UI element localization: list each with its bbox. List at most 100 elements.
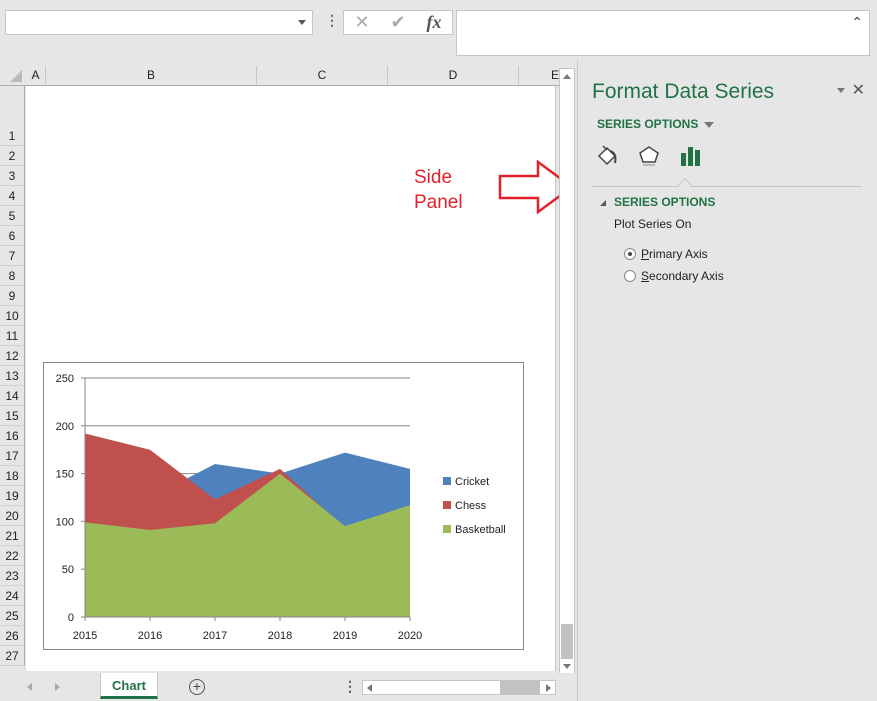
row-header-12[interactable]: 12 [0, 346, 25, 366]
row-header-21[interactable]: 21 [0, 526, 25, 546]
x-tick-label: 2017 [203, 630, 227, 642]
x-tick-label: 2019 [333, 630, 357, 642]
scroll-up-icon[interactable] [563, 74, 571, 79]
panel-menu-icon[interactable] [837, 88, 845, 93]
scroll-left-icon[interactable] [367, 684, 372, 692]
dropdown-label: SERIES OPTIONS [597, 117, 699, 131]
vertical-scrollbar[interactable] [559, 68, 575, 675]
series-options-dropdown[interactable]: SERIES OPTIONS [597, 117, 715, 131]
add-sheet-icon[interactable]: + [189, 679, 205, 695]
chevron-down-icon [704, 121, 715, 128]
row-header-1[interactable]: 1 [0, 86, 25, 146]
row-header-27[interactable]: 27 [0, 646, 25, 666]
row-header-22[interactable]: 22 [0, 546, 25, 566]
section-title: SERIES OPTIONS [614, 195, 716, 209]
annotation-line-1: Side [414, 167, 453, 188]
effects-pentagon-icon[interactable] [638, 145, 660, 167]
row-header-23[interactable]: 23 [0, 566, 25, 586]
legend-swatch-chess [443, 501, 451, 509]
row-header-7[interactable]: 7 [0, 246, 25, 266]
column-header-b[interactable]: B [46, 66, 257, 85]
y-tick-label: 50 [62, 564, 74, 576]
primary-axis-radio[interactable]: Primary Axis [624, 247, 708, 261]
row-header-8[interactable]: 8 [0, 266, 25, 286]
legend-swatch-basketball [443, 525, 451, 533]
y-tick-label: 200 [56, 421, 74, 433]
prev-sheet-icon[interactable] [27, 683, 32, 691]
formula-buttons: ✕ ✔ fx [343, 10, 453, 35]
scroll-right-icon[interactable] [546, 684, 551, 692]
radio-button-selected[interactable] [624, 248, 636, 260]
chart-object[interactable]: 0 50 100 150 200 250 2015 2016 2017 2018 2019 2020 C… [43, 362, 524, 650]
row-header-14[interactable]: 14 [0, 386, 25, 406]
collapse-triangle-icon[interactable] [600, 200, 606, 206]
row-header-3[interactable]: 3 [0, 166, 25, 186]
legend-label-cricket: Cricket [455, 476, 489, 488]
plot-series-on-label: Plot Series On [614, 217, 692, 231]
x-tick-label: 2016 [138, 630, 162, 642]
row-header-18[interactable]: 18 [0, 466, 25, 486]
column-header-e[interactable]: E [519, 66, 559, 85]
name-box[interactable] [5, 10, 313, 35]
close-icon[interactable]: ✕ [852, 80, 865, 100]
row-header-19[interactable]: 19 [0, 486, 25, 506]
y-tick-label: 150 [56, 469, 74, 481]
horizontal-scroll-thumb[interactable] [500, 681, 540, 694]
y-tick-label: 100 [56, 516, 74, 528]
secondary-axis-radio[interactable]: Secondary Axis [624, 269, 724, 283]
x-tick-label: 2020 [398, 630, 422, 642]
horizontal-scrollbar[interactable] [362, 680, 556, 695]
section-series-options[interactable]: SERIES OPTIONS [600, 195, 715, 209]
y-tick-label: 0 [68, 612, 74, 624]
row-header-6[interactable]: 6 [0, 226, 25, 246]
row-header-20[interactable]: 20 [0, 506, 25, 526]
row-header-5[interactable]: 5 [0, 206, 25, 226]
row-header-10[interactable]: 10 [0, 306, 25, 326]
panel-title: Format Data Series [592, 80, 775, 103]
row-header-11[interactable]: 11 [0, 326, 25, 346]
format-data-series-panel: Format Data Series ✕ SERIES OPTIONS SERI… [577, 60, 877, 701]
row-header-4[interactable]: 4 [0, 186, 25, 206]
series-options-bars-icon[interactable] [680, 145, 702, 167]
more-options-icon[interactable]: ⋮ [325, 12, 339, 29]
row-header-2[interactable]: 2 [0, 146, 25, 166]
more-options-icon[interactable]: ⋮ [343, 678, 357, 695]
scroll-down-icon[interactable] [563, 664, 571, 669]
annotation-line-2: Panel [414, 192, 463, 213]
insert-function-button[interactable]: fx [427, 12, 442, 33]
active-tab-indicator [677, 177, 693, 193]
row-header-15[interactable]: 15 [0, 406, 25, 426]
row-header-25[interactable]: 25 [0, 606, 25, 626]
primary-axis-label: Primary Axis [641, 247, 708, 261]
enter-icon[interactable]: ✔ [391, 12, 406, 33]
row-header-24[interactable]: 24 [0, 586, 25, 606]
sheet-tab-chart[interactable]: Chart [100, 673, 158, 699]
annotation-label: Side Panel [414, 165, 463, 215]
secondary-axis-label: Secondary Axis [641, 269, 724, 283]
row-header-17[interactable]: 17 [0, 446, 25, 466]
radio-button[interactable] [624, 270, 636, 282]
column-header-d[interactable]: D [388, 66, 519, 85]
chevron-down-icon[interactable] [298, 20, 306, 25]
row-headers: 1 2 3 4 5 6 7 8 9 10 11 12 13 14 15 16 17 18 19 20 21 22 23 24 2… [0, 86, 26, 671]
row-header-13[interactable]: 13 [0, 366, 25, 386]
column-header-a[interactable]: A [26, 66, 46, 85]
fill-line-icon[interactable] [596, 145, 618, 167]
y-tick-label: 250 [56, 373, 74, 385]
collapse-formula-bar-icon[interactable]: ⌃ [851, 14, 863, 31]
vertical-scroll-thumb[interactable] [561, 624, 573, 659]
row-header-26[interactable]: 26 [0, 626, 25, 646]
legend-label-chess: Chess [455, 500, 487, 512]
select-all-button[interactable] [10, 70, 22, 82]
legend-swatch-cricket [443, 477, 451, 485]
cancel-icon[interactable]: ✕ [354, 12, 369, 33]
column-header-c[interactable]: C [257, 66, 388, 85]
divider [592, 186, 862, 187]
x-tick-label: 2015 [73, 630, 97, 642]
next-sheet-icon[interactable] [55, 683, 60, 691]
row-header-16[interactable]: 16 [0, 426, 25, 446]
x-tick-label: 2018 [268, 630, 292, 642]
row-header-9[interactable]: 9 [0, 286, 25, 306]
legend-label-basketball: Basketball [455, 524, 506, 536]
formula-input[interactable]: ⌃ [456, 10, 870, 56]
